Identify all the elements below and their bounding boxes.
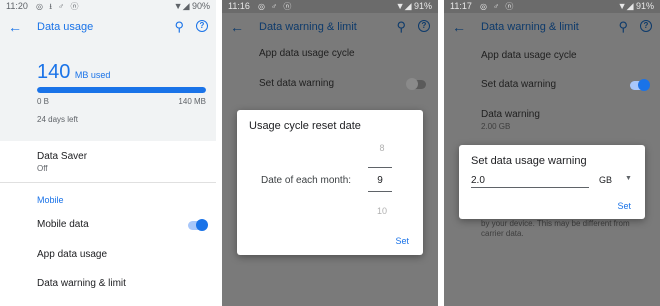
data-warning-label[interactable]: Data warning	[481, 109, 540, 120]
back-arrow-icon[interactable]: ←	[452, 18, 466, 36]
usage-cycle-item[interactable]: App data usage cycle	[481, 50, 577, 61]
page-title: Data warning & limit	[481, 21, 579, 33]
warning-amount-input[interactable]: 2.0	[471, 175, 589, 188]
battery-signal-indicator: ▼◢ 91%	[617, 1, 654, 11]
set-data-warning-label: Set data warning	[481, 79, 557, 90]
status-time: 11:16	[228, 1, 250, 11]
mobile-data-toggle[interactable]	[188, 219, 208, 231]
status-bar: 11:16 ◎ ♂ ⓝ ▼◢ 91%	[222, 0, 438, 13]
notification-icons: ◎ ⭳ ♂ ⓝ	[36, 2, 81, 11]
status-time: 11:17	[450, 1, 472, 11]
page-title: Data warning & limit	[259, 21, 357, 33]
usage-max-label: 140 MB	[178, 97, 206, 106]
data-saver-label: Data Saver	[37, 151, 88, 162]
mobile-data-label: Mobile data	[37, 219, 89, 230]
search-icon[interactable]: ⚲	[174, 18, 184, 36]
phone-screen-set-warning: 11:17 ◎ ♂ ⓝ ▼◢ 91% ← Data warning & limi…	[444, 0, 660, 306]
toggle-knob	[196, 219, 208, 231]
usage-progress-fill	[37, 87, 206, 93]
help-icon[interactable]: ?	[418, 20, 430, 32]
data-saver-value: Off	[37, 164, 48, 173]
search-icon[interactable]: ⚲	[396, 18, 406, 36]
set-data-warning-toggle[interactable]	[406, 78, 426, 90]
status-bar: 11:20 ◎ ⭳ ♂ ⓝ ▼◢ 90%	[0, 0, 216, 13]
usage-amount: 140 MB used	[37, 61, 110, 83]
unit-select[interactable]: GB	[599, 175, 612, 185]
set-button[interactable]: Set	[395, 236, 409, 246]
back-arrow-icon[interactable]: ←	[230, 18, 244, 36]
usage-cycle-item[interactable]: App data usage cycle	[259, 48, 355, 59]
data-warning-limit-item[interactable]: Data warning & limit	[37, 278, 126, 289]
app-data-usage-item[interactable]: App data usage	[37, 249, 107, 260]
set-button[interactable]: Set	[617, 201, 631, 211]
usage-progress-bar	[37, 87, 206, 93]
picker-selected-value[interactable]: 9	[368, 175, 392, 186]
data-warning-value: 2.00 GB	[481, 122, 511, 131]
picker-next-value[interactable]: 10	[375, 206, 389, 216]
phone-screen-reset-date: 11:16 ◎ ♂ ⓝ ▼◢ 91% ← Data warning & limi…	[222, 0, 438, 306]
phone-screen-data-usage: 11:20 ◎ ⭳ ♂ ⓝ ▼◢ 90% ← Data usage ⚲ ? 14…	[0, 0, 216, 306]
battery-signal-indicator: ▼◢ 91%	[395, 1, 432, 11]
picker-divider	[368, 167, 392, 168]
app-bar: ← Data warning & limit ⚲ ?	[222, 13, 438, 43]
set-data-warning-toggle[interactable]	[630, 79, 650, 91]
app-bar: ← Data usage ⚲ ?	[0, 13, 216, 43]
usage-amount-unit: MB used	[74, 70, 111, 80]
dialog-title: Set data usage warning	[471, 155, 587, 167]
search-icon[interactable]: ⚲	[618, 18, 628, 36]
help-icon[interactable]: ?	[196, 20, 208, 32]
notification-icons: ◎ ♂ ⓝ	[258, 2, 294, 11]
days-left-label: 24 days left	[37, 115, 78, 124]
set-warning-dialog: Set data usage warning 2.0 GB ▼ Set	[459, 145, 645, 219]
battery-signal-indicator: ▼◢ 90%	[173, 1, 210, 11]
reset-date-dialog: Usage cycle reset date Date of each mont…	[237, 110, 423, 255]
picker-previous-value[interactable]: 8	[375, 143, 389, 153]
picker-divider	[368, 191, 392, 192]
dropdown-caret-icon[interactable]: ▼	[625, 175, 632, 182]
notification-icons: ◎ ♂ ⓝ	[480, 2, 516, 11]
status-bar: 11:17 ◎ ♂ ⓝ ▼◢ 91%	[444, 0, 660, 13]
set-data-warning-label: Set data warning	[259, 78, 335, 89]
footnote-text: by your device. This may be different fr…	[481, 219, 630, 238]
page-title: Data usage	[37, 21, 94, 33]
status-time: 11:20	[6, 1, 28, 11]
app-bar: ← Data warning & limit ⚲ ?	[444, 13, 660, 43]
toggle-knob	[406, 78, 418, 90]
divider	[0, 182, 216, 183]
back-arrow-icon[interactable]: ←	[8, 18, 22, 36]
usage-amount-value: 140	[37, 61, 71, 83]
section-header-mobile: Mobile	[37, 195, 64, 205]
toggle-knob	[638, 79, 650, 91]
usage-min-label: 0 B	[37, 97, 50, 106]
dialog-title: Usage cycle reset date	[249, 120, 361, 132]
date-picker-label: Date of each month:	[261, 175, 352, 186]
help-icon[interactable]: ?	[640, 20, 652, 32]
usage-summary: 140 MB used 0 B 140 MB 24 days left	[0, 43, 216, 141]
